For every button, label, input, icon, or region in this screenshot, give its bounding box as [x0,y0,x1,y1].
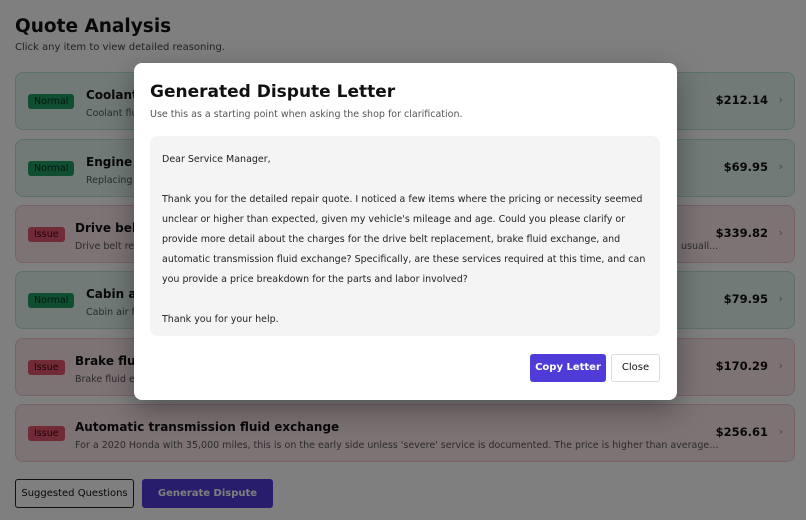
letter-closing: Thank you for your help. [162,314,279,325]
modal-subtitle: Use this as a starting point when asking… [150,109,463,120]
letter-text-box: Dear Service Manager, Thank you for the … [150,136,660,336]
copy-letter-button[interactable]: Copy Letter [530,354,606,382]
letter-body: Thank you for the detailed repair quote.… [162,194,646,285]
dispute-letter-modal: Generated Dispute Letter Use this as a s… [134,63,677,400]
letter-salutation: Dear Service Manager, [162,154,271,165]
close-button[interactable]: Close [611,354,660,382]
modal-title: Generated Dispute Letter [150,82,396,102]
